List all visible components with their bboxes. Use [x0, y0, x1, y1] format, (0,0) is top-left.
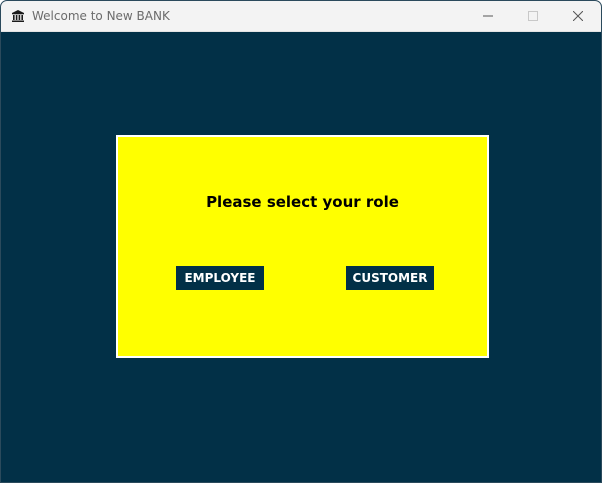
- role-prompt: Please select your role: [206, 193, 399, 211]
- close-button[interactable]: [555, 1, 601, 31]
- close-icon: [573, 11, 583, 21]
- window-title: Welcome to New BANK: [32, 9, 170, 23]
- minimize-button[interactable]: [465, 1, 511, 31]
- role-selection-panel: Please select your role EMPLOYEE CUSTOME…: [116, 135, 489, 358]
- title-bar[interactable]: Welcome to New BANK: [1, 1, 601, 32]
- main-content: Please select your role EMPLOYEE CUSTOME…: [1, 32, 601, 482]
- app-window: Welcome to New BANK Please select your r…: [0, 0, 602, 483]
- customer-button[interactable]: CUSTOMER: [346, 266, 434, 290]
- minimize-icon: [483, 11, 493, 21]
- employee-button[interactable]: EMPLOYEE: [176, 266, 264, 290]
- bank-icon: [11, 9, 25, 23]
- maximize-icon: [528, 11, 538, 21]
- maximize-button[interactable]: [510, 1, 556, 31]
